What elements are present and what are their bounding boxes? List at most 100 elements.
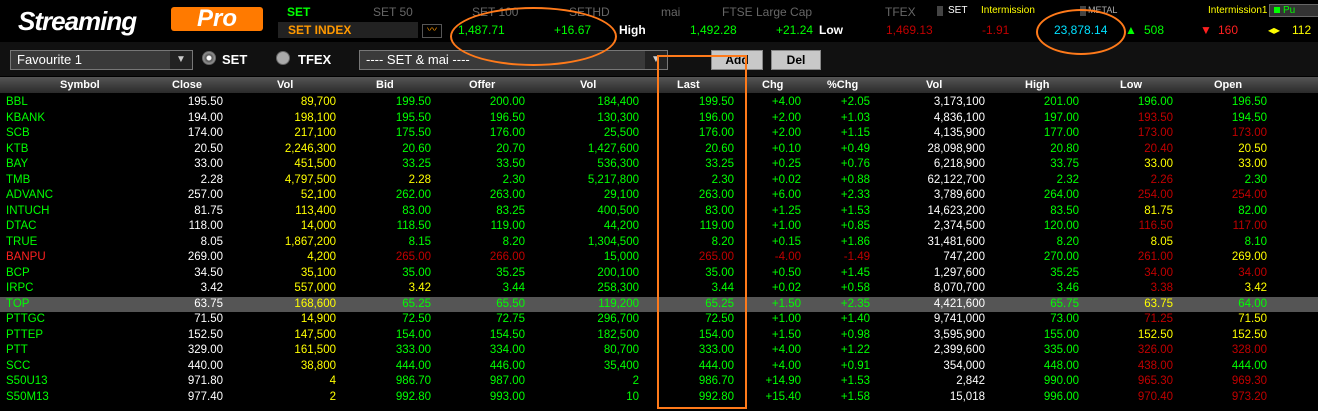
cell-ovol: 35,400 bbox=[603, 359, 639, 372]
cell-pchg: +0.49 bbox=[840, 142, 870, 155]
cell-chg: +4.00 bbox=[771, 359, 801, 372]
table-row[interactable]: BAY 33.00 451,500 33.25 33.50 536,300 33.25 +0.… bbox=[0, 157, 1318, 172]
table-row[interactable]: PTTEP 152.50 147,500 154.00 154.50 182,500 154… bbox=[0, 328, 1318, 343]
cell-symbol: PTTEP bbox=[6, 328, 44, 341]
table-row[interactable]: SCB 174.00 217,100 175.50 176.00 25,500 176.00… bbox=[0, 126, 1318, 141]
cell-offer: 65.50 bbox=[496, 297, 525, 310]
table-row[interactable]: PTTGC 71.50 14,900 72.50 72.75 296,700 72.50 +1… bbox=[0, 312, 1318, 327]
status-set: Intermission bbox=[981, 5, 1035, 16]
col-total-vol[interactable]: Vol bbox=[926, 79, 942, 91]
cell-vol: 89,700 bbox=[300, 96, 336, 108]
cell-last: 154.00 bbox=[698, 328, 734, 341]
col-open[interactable]: Open bbox=[1214, 79, 1242, 91]
cell-high: 448.00 bbox=[1043, 359, 1079, 372]
table-row[interactable]: TOP 63.75 168,600 65.25 65.50 119,200 65.25 +1.… bbox=[0, 296, 1318, 312]
tab-set50[interactable]: SET 50 bbox=[373, 5, 413, 19]
cell-vol: 14,000 bbox=[300, 220, 336, 232]
cell-high: 20.80 bbox=[1050, 142, 1079, 155]
table-row[interactable]: ADVANC 257.00 52,100 262.00 263.00 29,100 263.… bbox=[0, 188, 1318, 203]
cell-vol: 557,000 bbox=[294, 282, 336, 294]
cell-symbol: BBL bbox=[6, 96, 28, 108]
col-high[interactable]: High bbox=[1025, 79, 1049, 91]
cell-chg: +14.90 bbox=[765, 375, 802, 387]
market-filter-dropdown[interactable]: ---- SET & mai ---- ▼ bbox=[359, 50, 668, 70]
tab-set[interactable]: SET bbox=[287, 5, 310, 19]
table-row[interactable]: TRUE 8.05 1,867,200 8.15 8.20 1,304,500 8.20 +0… bbox=[0, 235, 1318, 250]
cell-low: 326.00 bbox=[1137, 344, 1173, 356]
cell-chg: +1.25 bbox=[771, 204, 801, 217]
radio-set[interactable] bbox=[202, 51, 216, 65]
cell-symbol: KTB bbox=[6, 142, 29, 155]
cell-high: 83.50 bbox=[1050, 204, 1079, 217]
cell-high: 120.00 bbox=[1043, 220, 1079, 232]
cell-offer: 176.00 bbox=[489, 127, 525, 139]
col-last[interactable]: Last bbox=[677, 79, 700, 91]
cell-ovol: 184,400 bbox=[597, 96, 639, 108]
cell-open: 444.00 bbox=[1231, 359, 1267, 372]
cell-open: 328.00 bbox=[1231, 344, 1267, 356]
table-row[interactable]: BCP 34.50 35,100 35.00 35.25 200,100 35.00 +0.5… bbox=[0, 266, 1318, 281]
table-row[interactable]: KTB 20.50 2,246,300 20.60 20.70 1,427,600 20.6… bbox=[0, 142, 1318, 157]
app-logo: Streaming Pro bbox=[0, 0, 270, 40]
col-vol[interactable]: Vol bbox=[277, 79, 293, 91]
del-button[interactable]: Del bbox=[771, 50, 821, 70]
col-close[interactable]: Close bbox=[172, 79, 202, 91]
table-row[interactable]: TMB 2.28 4,797,500 2.28 2.30 5,217,800 2.30 +0.… bbox=[0, 173, 1318, 188]
tab-tfex[interactable]: TFEX bbox=[885, 5, 916, 19]
index-change: +16.67 bbox=[554, 23, 592, 37]
cell-symbol: IRPC bbox=[6, 282, 34, 294]
radio-tfex[interactable] bbox=[276, 51, 290, 65]
table-row[interactable]: S50U13 971.80 4 986.70 987.00 2 986.70 +14.90 +1… bbox=[0, 374, 1318, 389]
col-bid[interactable]: Bid bbox=[376, 79, 394, 91]
col-symbol[interactable]: Symbol bbox=[60, 79, 100, 91]
table-row[interactable]: KBANK 194.00 198,100 195.50 196.50 130,300 196… bbox=[0, 111, 1318, 126]
cell-low: 193.50 bbox=[1137, 111, 1173, 124]
up-arrow-icon: ▲ bbox=[1125, 23, 1137, 37]
table-row[interactable]: SCC 440.00 38,800 444.00 446.00 35,400 444.00 +… bbox=[0, 359, 1318, 374]
cell-offer: 8.20 bbox=[502, 235, 525, 248]
table-row[interactable]: DTAC 118.00 14,000 118.50 119.00 44,200 119.00… bbox=[0, 219, 1318, 234]
cell-vol: 4,200 bbox=[307, 251, 336, 263]
cell-bid: 118.50 bbox=[396, 220, 431, 232]
index-name[interactable]: SET INDEX bbox=[278, 22, 418, 38]
index-summary-row: SET INDEX 〰 1,487.71 +16.67 High 1,492.2… bbox=[278, 22, 1318, 38]
cell-bid: 35.00 bbox=[402, 266, 431, 279]
col-pchg[interactable]: %Chg bbox=[827, 79, 858, 91]
cell-low: 81.75 bbox=[1144, 204, 1173, 217]
cell-high: 33.75 bbox=[1050, 158, 1079, 170]
cell-tvol: 3,789,600 bbox=[933, 189, 985, 201]
pu-button[interactable]: Pu bbox=[1269, 4, 1318, 17]
favourite-dropdown[interactable]: Favourite 1 ▼ bbox=[10, 50, 193, 70]
col-offer-vol[interactable]: Vol bbox=[580, 79, 596, 91]
cell-symbol: S50U13 bbox=[6, 375, 48, 387]
cell-tvol: 28,098,900 bbox=[927, 142, 985, 155]
cell-vol: 2,246,300 bbox=[284, 142, 336, 155]
cell-offer: 987.00 bbox=[489, 375, 525, 387]
cell-symbol: BANPU bbox=[6, 251, 46, 263]
cell-offer: 20.70 bbox=[496, 142, 525, 155]
cell-open: 3.42 bbox=[1244, 282, 1267, 294]
cell-vol: 4,797,500 bbox=[284, 173, 336, 186]
mini-chart-icon[interactable]: 〰 bbox=[422, 24, 442, 38]
table-row[interactable]: IRPC 3.42 557,000 3.42 3.44 258,300 3.44 +0.02 +… bbox=[0, 281, 1318, 296]
col-low[interactable]: Low bbox=[1120, 79, 1142, 91]
col-offer[interactable]: Offer bbox=[469, 79, 495, 91]
add-button[interactable]: Add bbox=[711, 50, 763, 70]
col-chg[interactable]: Chg bbox=[762, 79, 783, 91]
tab-mai[interactable]: mai bbox=[661, 5, 680, 19]
tab-set100[interactable]: SET 100 bbox=[472, 5, 518, 19]
table-row[interactable]: PTT 329.00 161,500 333.00 334.00 80,700 333.00… bbox=[0, 343, 1318, 358]
tab-ftse[interactable]: FTSE Large Cap bbox=[722, 5, 812, 19]
table-row[interactable]: INTUCH 81.75 113,400 83.00 83.25 400,500 83.00… bbox=[0, 204, 1318, 219]
cell-chg: +1.50 bbox=[771, 328, 801, 341]
tab-sethd[interactable]: SETHD bbox=[569, 5, 610, 19]
chevron-down-icon: ▼ bbox=[170, 51, 192, 69]
table-row[interactable]: BANPU 269.00 4,200 265.00 266.00 15,000 265.00… bbox=[0, 250, 1318, 265]
cell-symbol: KBANK bbox=[6, 111, 45, 124]
down-arrow-icon: ▼ bbox=[1200, 23, 1212, 37]
table-row[interactable]: S50M13 977.40 2 992.80 993.00 10 992.80 +15.40 +… bbox=[0, 390, 1318, 405]
cell-pchg: +1.53 bbox=[840, 375, 870, 387]
cell-close: 63.75 bbox=[194, 297, 223, 310]
cell-ovol: 15,000 bbox=[603, 251, 639, 263]
table-row[interactable]: BBL 195.50 89,700 199.50 200.00 184,400 199.50… bbox=[0, 95, 1318, 110]
